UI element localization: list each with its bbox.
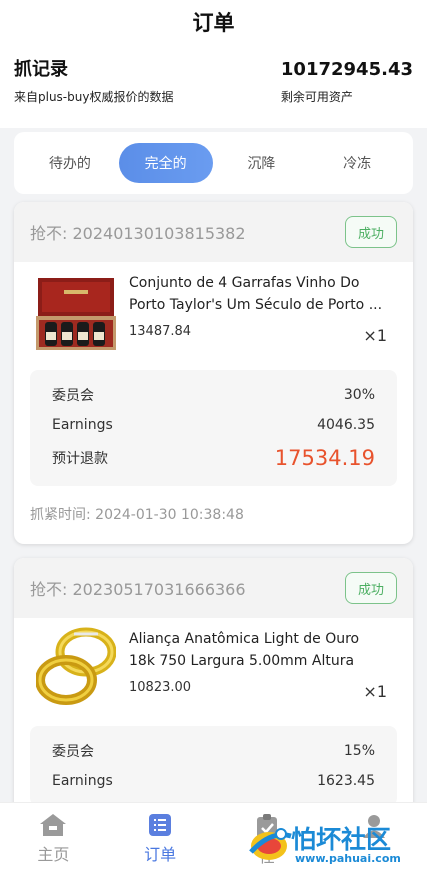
product-row[interactable]: Aliança Anatômica Light de Ouro 18k 750 … bbox=[14, 618, 413, 726]
nav-home[interactable]: 主页 bbox=[0, 803, 106, 870]
order-card[interactable]: 抢不: 20240130103815382 成功 Conjunto de 4 G… bbox=[14, 202, 413, 544]
watermark-text: 怕坏社区 bbox=[291, 825, 392, 854]
tab-settled[interactable]: 沉降 bbox=[214, 143, 308, 183]
commission-label: 委员会 bbox=[52, 744, 94, 760]
top-bar: 订单 bbox=[0, 0, 427, 44]
tab-frozen[interactable]: 冷冻 bbox=[310, 143, 404, 183]
order-card[interactable]: 抢不: 20230517031666366 成功 Aliança Anatômi… bbox=[14, 558, 413, 818]
commission-row: 委员会 15% bbox=[52, 736, 375, 766]
tab-complete[interactable]: 完全的 bbox=[118, 143, 213, 183]
status-badge: 成功 bbox=[345, 216, 397, 248]
earnings-label: Earnings bbox=[52, 773, 113, 789]
order-number: 抢不: 20230517031666366 bbox=[30, 580, 246, 599]
product-quantity: ×1 bbox=[363, 682, 387, 701]
watermark: 怕坏社区 www.pahuai.com bbox=[249, 818, 421, 868]
product-quantity: ×1 bbox=[363, 326, 387, 345]
page-title: 订单 bbox=[192, 11, 235, 35]
earnings-row: Earnings 1623.45 bbox=[52, 766, 375, 796]
order-list-icon bbox=[149, 814, 172, 836]
gold-rings-image bbox=[36, 624, 116, 708]
summary-subtitle: 来自plus-buy权威报价的数据 bbox=[14, 90, 174, 104]
wine-box-image bbox=[36, 268, 116, 352]
balance-value: 10172945.43 bbox=[280, 59, 413, 80]
order-header: 抢不: 20230517031666366 成功 bbox=[14, 558, 413, 618]
product-price: 13487.84 bbox=[129, 324, 192, 339]
product-price: 10823.00 bbox=[129, 680, 192, 695]
commission-value: 15% bbox=[343, 743, 375, 759]
product-name: Conjunto de 4 Garrafas Vinho Do Porto Ta… bbox=[129, 275, 383, 313]
commission-label: 委员会 bbox=[52, 388, 94, 404]
refund-row: 预计退款 17534.19 bbox=[52, 440, 375, 476]
refund-label: 预计退款 bbox=[52, 451, 108, 467]
summary-left: 抓记录 来自plus-buy权威报价的数据 bbox=[14, 58, 173, 105]
nav-orders[interactable]: 订单 bbox=[107, 803, 213, 870]
status-tabs: 待办的 完全的 沉降 冷冻 bbox=[14, 132, 413, 194]
earnings-value: 1623.45 bbox=[317, 773, 375, 789]
earnings-row: Earnings 4046.35 bbox=[52, 410, 375, 440]
order-time: 抓紧时间: 2024-01-30 10:38:48 bbox=[30, 507, 244, 523]
product-name: Aliança Anatômica Light de Ouro 18k 750 … bbox=[129, 631, 360, 669]
home-icon bbox=[40, 814, 67, 836]
nav-orders-label: 订单 bbox=[144, 845, 177, 864]
watermark-url: www.pahuai.com bbox=[295, 852, 401, 865]
commission-row: 委员会 30% bbox=[52, 380, 375, 410]
tab-pending[interactable]: 待办的 bbox=[23, 143, 117, 183]
earnings-value: 4046.35 bbox=[317, 417, 375, 433]
summary-panel: 抓记录 来自plus-buy权威报价的数据 10172945.43 剩余可用资产 bbox=[0, 44, 427, 128]
order-header: 抢不: 20240130103815382 成功 bbox=[14, 202, 413, 262]
summary-right: 10172945.43 剩余可用资产 bbox=[281, 58, 413, 105]
order-stats: 委员会 30% Earnings 4046.35 预计退款 17534.19 bbox=[30, 370, 397, 486]
balance-label: 剩余可用资产 bbox=[280, 90, 353, 104]
nav-home-label: 主页 bbox=[37, 845, 70, 864]
order-stats: 委员会 15% Earnings 1623.45 bbox=[30, 726, 397, 806]
refund-value: 17534.19 bbox=[274, 446, 375, 470]
commission-value: 30% bbox=[343, 387, 375, 403]
status-badge: 成功 bbox=[345, 572, 397, 604]
order-number: 抢不: 20240130103815382 bbox=[30, 224, 246, 243]
summary-heading: 抓记录 bbox=[14, 59, 68, 80]
product-row[interactable]: Conjunto de 4 Garrafas Vinho Do Porto Ta… bbox=[14, 262, 413, 370]
watermark-logo-icon bbox=[249, 828, 292, 860]
earnings-label: Earnings bbox=[52, 417, 113, 433]
